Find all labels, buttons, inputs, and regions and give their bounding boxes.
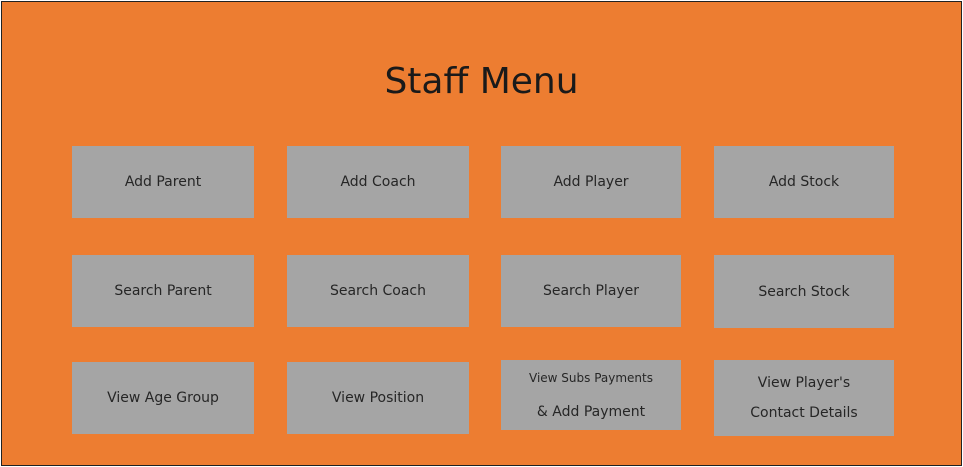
search-stock-button[interactable]: Search Stock	[714, 255, 894, 328]
view-age-group-button[interactable]: View Age Group	[72, 362, 254, 434]
add-parent-label: Add Parent	[124, 174, 202, 190]
add-player-button[interactable]: Add Player	[501, 146, 681, 218]
add-player-label: Add Player	[553, 174, 629, 190]
search-coach-label: Search Coach	[329, 283, 427, 299]
add-stock-button[interactable]: Add Stock	[714, 146, 894, 218]
search-player-button[interactable]: Search Player	[501, 255, 681, 327]
add-coach-button[interactable]: Add Coach	[287, 146, 469, 218]
add-parent-button[interactable]: Add Parent	[72, 146, 254, 218]
search-parent-label: Search Parent	[114, 283, 212, 299]
staff-menu-form: Staff Menu Add Parent Add Coach Add Play…	[1, 1, 962, 466]
page-title: Staff Menu	[384, 61, 579, 102]
search-player-label: Search Player	[542, 283, 640, 299]
view-age-group-label: View Age Group	[107, 390, 219, 406]
view-subs-payments-button[interactable]: View Subs Payments & Add Payment	[501, 360, 681, 430]
search-parent-button[interactable]: Search Parent	[72, 255, 254, 327]
view-contact-label-line2: Contact Details	[750, 405, 858, 421]
add-stock-label: Add Stock	[768, 174, 840, 190]
view-position-label: View Position	[331, 390, 425, 406]
search-coach-button[interactable]: Search Coach	[287, 255, 469, 327]
add-coach-label: Add Coach	[340, 174, 416, 190]
view-position-button[interactable]: View Position	[287, 362, 469, 434]
view-subs-label-line1: View Subs Payments	[529, 371, 653, 385]
view-contact-details-button[interactable]: View Player's Contact Details	[714, 360, 894, 436]
view-contact-label-line1: View Player's	[757, 375, 851, 391]
search-stock-label: Search Stock	[758, 283, 850, 300]
view-subs-label-line2: & Add Payment	[536, 404, 646, 420]
